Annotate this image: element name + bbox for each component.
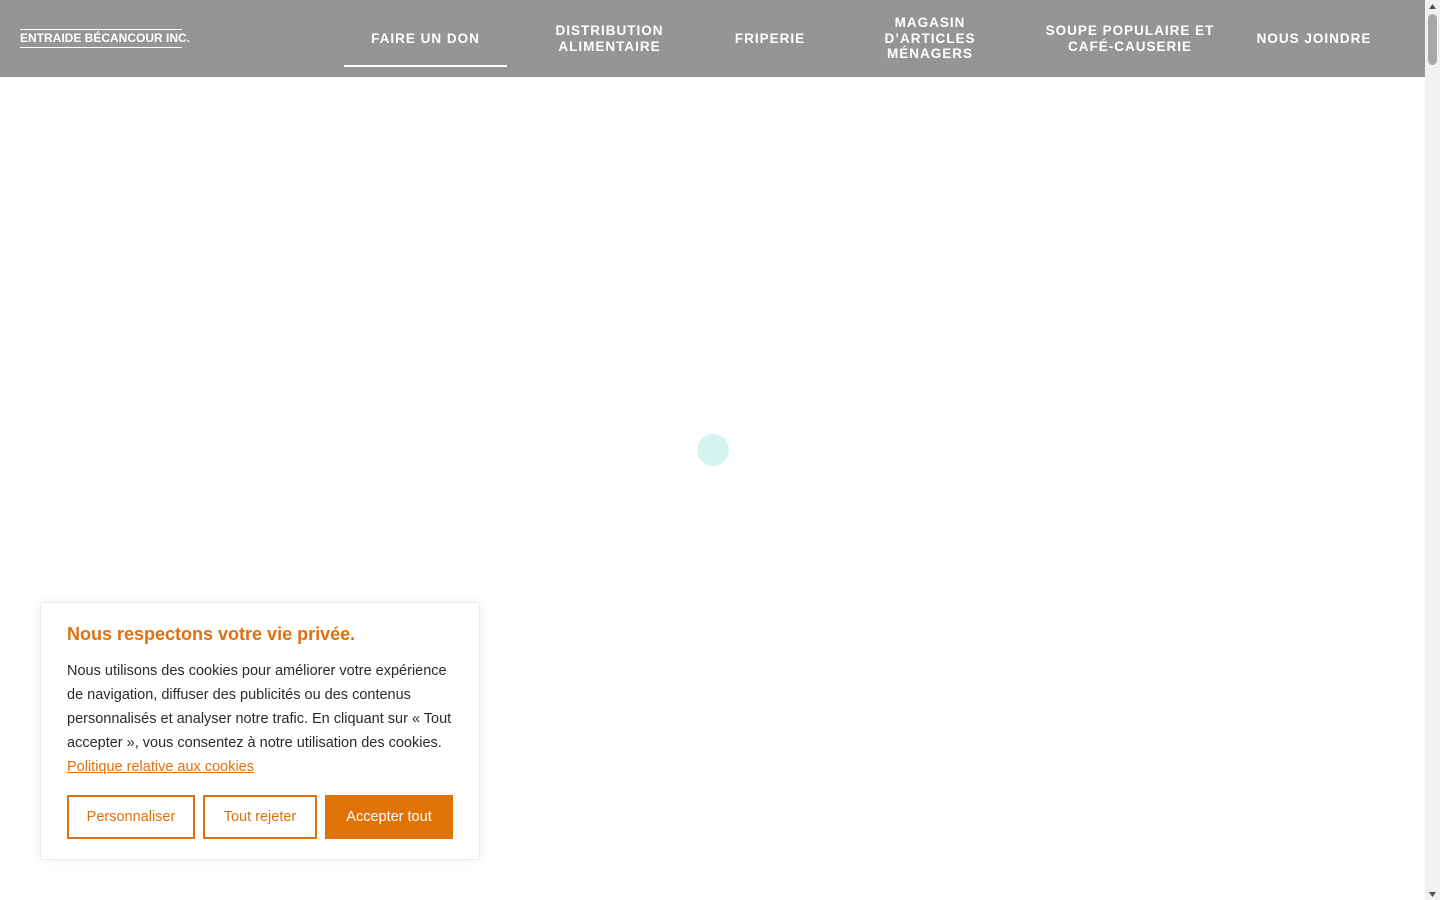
reject-all-button[interactable]: Tout rejeter bbox=[203, 795, 317, 839]
cookie-consent-banner: Nous respectons votre vie privée. Nous u… bbox=[40, 602, 480, 860]
nav-soupe-populaire[interactable]: SOUPE POPULAIRE ET CAFÉ-CAUSERIE bbox=[1040, 0, 1220, 77]
accept-all-button[interactable]: Accepter tout bbox=[325, 795, 453, 839]
nav-faire-un-don[interactable]: FAIRE UN DON bbox=[344, 0, 507, 77]
customize-button[interactable]: Personnaliser bbox=[67, 795, 195, 839]
cookie-banner-title: Nous respectons votre vie privée. bbox=[67, 624, 356, 644]
nav-distribution-alimentaire[interactable]: DISTRIBUTION ALIMENTAIRE bbox=[540, 0, 679, 77]
nav-nous-joindre[interactable]: NOUS JOINDRE bbox=[1244, 0, 1384, 77]
cookie-banner-text: Nous utilisons des cookies pour améliore… bbox=[67, 659, 459, 779]
site-header: ENTRAIDE BÉCANCOUR INC. FAIRE UN DON DIS… bbox=[0, 0, 1425, 77]
site-logo[interactable]: ENTRAIDE BÉCANCOUR INC. bbox=[20, 29, 190, 48]
triangle-down-icon[interactable] bbox=[1425, 888, 1440, 900]
cookie-policy-link[interactable]: Politique relative aux cookies bbox=[67, 759, 254, 775]
nav-friperie[interactable]: FRIPERIE bbox=[715, 0, 825, 77]
triangle-up-icon[interactable] bbox=[1425, 0, 1440, 12]
cookie-banner-body: Nous utilisons des cookies pour améliore… bbox=[67, 663, 452, 751]
vertical-scrollbar[interactable] bbox=[1425, 0, 1440, 900]
loading-spinner-icon bbox=[697, 434, 729, 466]
scrollbar-thumb[interactable] bbox=[1428, 14, 1437, 65]
nav-magasin-articles-menagers[interactable]: MAGASIN D’ARTICLES MÉNAGERS bbox=[862, 0, 998, 77]
